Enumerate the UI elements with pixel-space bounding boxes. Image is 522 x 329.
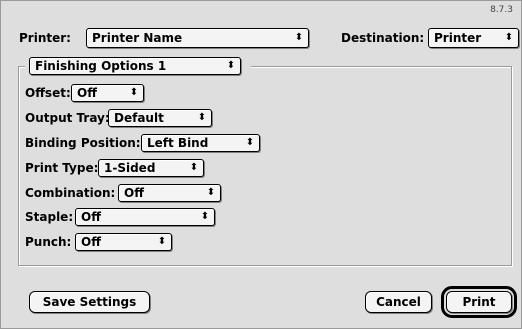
print-dialog: 8.7.3 Printer: Printer Name ⬍ Destinatio…: [0, 0, 522, 329]
popup-arrows-icon: ⬍: [504, 32, 514, 43]
cancel-button[interactable]: Cancel: [365, 291, 432, 313]
print-button[interactable]: Print: [441, 286, 517, 318]
printer-popup-value: Printer Name: [92, 31, 183, 45]
print-type-popup[interactable]: 1-Sided ⬍: [98, 159, 204, 177]
punch-label: Punch:: [25, 235, 72, 249]
popup-arrows-icon: ⬍: [206, 187, 216, 198]
popup-arrows-icon: ⬍: [197, 112, 207, 123]
offset-label: Offset:: [25, 86, 71, 100]
popup-arrows-icon: ⬍: [245, 137, 255, 148]
punch-popup[interactable]: Off ⬍: [75, 233, 172, 251]
version-label: 8.7.3: [490, 5, 513, 15]
printer-label: Printer:: [19, 31, 71, 45]
panel-popup[interactable]: Finishing Options 1 ⬍: [29, 57, 241, 75]
save-settings-button[interactable]: Save Settings: [29, 291, 150, 313]
print-type-popup-value: 1-Sided: [104, 161, 156, 175]
destination-label: Destination:: [341, 31, 425, 45]
output-tray-popup-value: Default: [114, 111, 164, 125]
offset-popup[interactable]: Off ⬍: [71, 84, 144, 102]
panel-popup-value: Finishing Options 1: [35, 59, 167, 73]
staple-popup-value: Off: [81, 210, 101, 224]
popup-arrows-icon: ⬍: [226, 60, 236, 71]
output-tray-popup[interactable]: Default ⬍: [108, 109, 212, 127]
binding-position-label: Binding Position:: [25, 136, 141, 150]
combination-popup-value: Off: [124, 186, 144, 200]
popup-arrows-icon: ⬍: [157, 236, 167, 247]
popup-arrows-icon: ⬍: [129, 87, 139, 98]
destination-popup-value: Printer: [434, 31, 482, 45]
binding-position-popup[interactable]: Left Bind ⬍: [141, 134, 260, 152]
print-type-label: Print Type:: [25, 161, 99, 175]
combination-label: Combination:: [25, 186, 116, 200]
combination-popup[interactable]: Off ⬍: [118, 184, 221, 202]
printer-popup[interactable]: Printer Name ⬍: [86, 28, 309, 48]
destination-popup[interactable]: Printer ⬍: [428, 28, 519, 48]
staple-label: Staple:: [25, 210, 74, 224]
staple-popup[interactable]: Off ⬍: [75, 208, 215, 226]
punch-popup-value: Off: [81, 235, 101, 249]
binding-position-popup-value: Left Bind: [147, 136, 209, 150]
output-tray-label: Output Tray:: [25, 111, 110, 125]
popup-arrows-icon: ⬍: [189, 162, 199, 173]
offset-popup-value: Off: [77, 86, 97, 100]
popup-arrows-icon: ⬍: [200, 211, 210, 222]
popup-arrows-icon: ⬍: [294, 32, 304, 43]
